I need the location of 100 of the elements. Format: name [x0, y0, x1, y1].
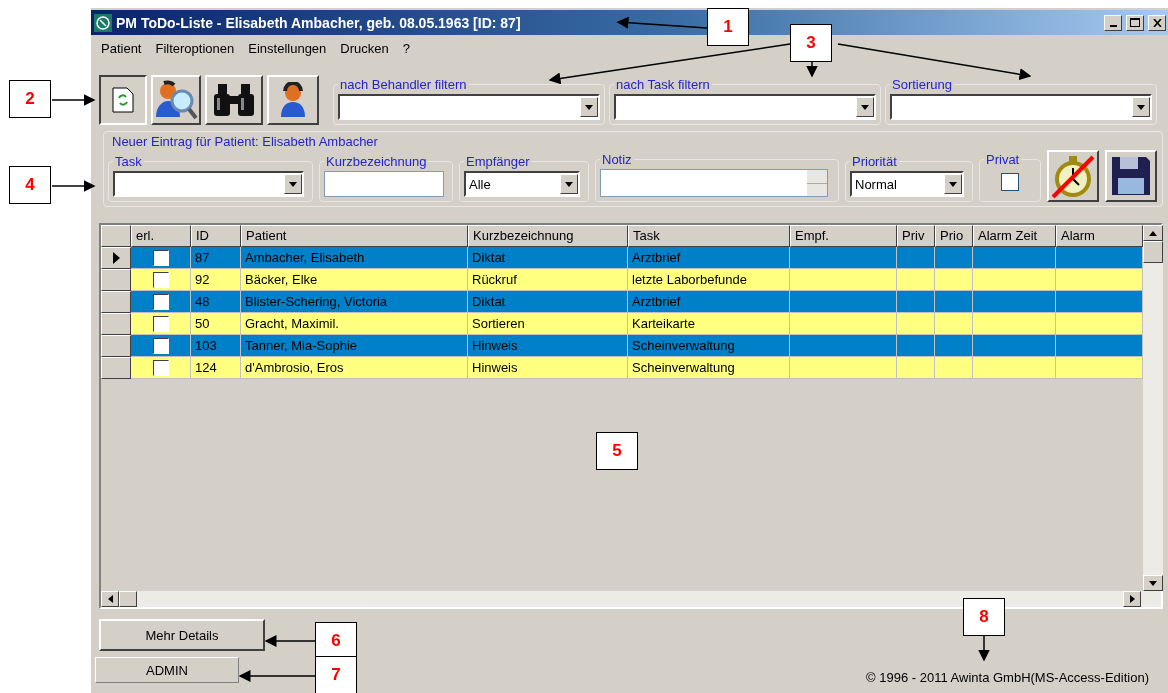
column-header[interactable]: Patient	[241, 225, 468, 247]
details-button[interactable]: Mehr Details	[99, 619, 265, 651]
input-field[interactable]	[600, 169, 828, 197]
patient-search-button[interactable]	[151, 75, 201, 125]
table-cell	[897, 291, 935, 313]
save-button[interactable]	[1105, 150, 1157, 202]
filter-label: Sortierung	[891, 77, 953, 92]
dropdown-field[interactable]	[113, 171, 304, 197]
column-header[interactable]: Prio	[935, 225, 973, 247]
callout-arrow	[264, 635, 316, 647]
close-icon	[1152, 18, 1162, 27]
table-cell: d'Ambrosio, Eros	[241, 357, 468, 379]
scrollbar-thumb[interactable]	[1143, 241, 1163, 263]
row-selector[interactable]	[101, 247, 131, 269]
column-header[interactable]: erl.	[131, 225, 191, 247]
table-cell: Blister-Schering, Victoria	[241, 291, 468, 313]
checkbox[interactable]	[152, 249, 169, 266]
right-arrow-icon	[1129, 595, 1135, 603]
table-cell: Hinweis	[468, 335, 628, 357]
row-selector[interactable]	[101, 269, 131, 291]
column-header[interactable]: Priv	[897, 225, 935, 247]
column-header[interactable]: Alarm Zeit	[973, 225, 1056, 247]
dropdown-field[interactable]: Normal	[850, 171, 964, 197]
checkbox[interactable]	[152, 315, 169, 332]
menu-item[interactable]: Drucken	[340, 41, 389, 63]
binoculars-icon	[212, 82, 256, 118]
up-arrow-icon	[1149, 230, 1157, 236]
row-selector[interactable]	[101, 291, 131, 313]
table-cell: Bäcker, Elke	[241, 269, 468, 291]
row-selector[interactable]	[101, 335, 131, 357]
alarm-off-button[interactable]	[1047, 150, 1099, 202]
table-cell: 92	[191, 269, 241, 291]
minimize-button[interactable]	[1104, 14, 1122, 31]
table-cell: Scheinverwaltung	[628, 335, 790, 357]
table-cell	[935, 335, 973, 357]
field-label: Notiz	[601, 152, 633, 167]
table-cell: Sortieren	[468, 313, 628, 335]
scrollbar-thumb[interactable]	[119, 591, 137, 607]
patient-button[interactable]	[267, 75, 319, 125]
table-cell	[935, 291, 973, 313]
field-label: Empfänger	[465, 154, 531, 169]
table-cell: Diktat	[468, 247, 628, 269]
menu-item[interactable]: Einstellungen	[248, 41, 327, 63]
crossed-alarm-clock-icon	[1051, 153, 1095, 199]
table-cell: Arztbrief	[628, 291, 790, 313]
callout-number: 8	[963, 598, 1005, 636]
refresh-button[interactable]	[99, 75, 147, 125]
filter-dropdown[interactable]	[614, 94, 876, 120]
table-cell	[935, 313, 973, 335]
input-field[interactable]	[324, 171, 444, 197]
person-icon	[280, 82, 306, 118]
table-cell: Diktat	[468, 291, 628, 313]
field-label: Privat	[985, 152, 1021, 167]
vertical-scrollbar[interactable]	[1143, 225, 1163, 591]
column-header[interactable]: Alarm	[1056, 225, 1143, 247]
user-label: ADMIN	[95, 657, 239, 683]
checkbox[interactable]	[152, 271, 169, 288]
column-header[interactable]: ID	[191, 225, 241, 247]
table-cell	[897, 269, 935, 291]
table-cell: 103	[191, 335, 241, 357]
filter-label: nach Behandler filtern	[339, 77, 468, 92]
column-header[interactable]: Task	[628, 225, 790, 247]
table-cell	[897, 335, 935, 357]
dropdown-field[interactable]: Alle	[464, 171, 580, 197]
callout-number: 4	[9, 166, 51, 204]
callout-number: 3	[790, 24, 832, 62]
checkbox[interactable]	[152, 359, 169, 376]
table-cell: Ambacher, Elisabeth	[241, 247, 468, 269]
column-header[interactable]: Empf.	[790, 225, 897, 247]
column-header[interactable]: Kurzbezeichnung	[468, 225, 628, 247]
caret-icon	[949, 181, 957, 187]
filter-dropdown[interactable]	[338, 94, 600, 120]
filter-label: nach Task filtern	[615, 77, 711, 92]
table-cell: Arztbrief	[628, 247, 790, 269]
menu-item[interactable]: ?	[402, 41, 410, 63]
checkbox[interactable]	[152, 337, 169, 354]
close-button[interactable]	[1148, 14, 1166, 31]
menu-item[interactable]: Patient	[101, 41, 142, 63]
table-cell: Gracht, Maximil.	[241, 313, 468, 335]
table-cell: Hinweis	[468, 357, 628, 379]
checkbox[interactable]	[152, 293, 169, 310]
table-cell: 50	[191, 313, 241, 335]
person-search-icon	[154, 79, 198, 121]
callout-arrow	[51, 180, 96, 192]
row-selector[interactable]	[101, 357, 131, 379]
table-cell: 87	[191, 247, 241, 269]
horizontal-scrollbar[interactable]	[101, 591, 1161, 607]
app-icon	[94, 13, 112, 32]
filter-dropdown[interactable]	[890, 94, 1152, 120]
table-cell: Tanner, Mia-Sophie	[241, 335, 468, 357]
callout-number: 1	[707, 8, 749, 46]
checkbox[interactable]	[1001, 173, 1019, 191]
copyright-text: © 1996 - 2011 Awinta GmbH(MS-Access-Edition)	[866, 670, 1149, 685]
menu-item[interactable]: Filteroptionen	[155, 41, 235, 63]
row-selector[interactable]	[101, 313, 131, 335]
search-button[interactable]	[205, 75, 263, 125]
table-cell: Karteikarte	[628, 313, 790, 335]
callout-number: 5	[596, 432, 638, 470]
maximize-button[interactable]	[1126, 14, 1144, 31]
table-cell	[897, 313, 935, 335]
